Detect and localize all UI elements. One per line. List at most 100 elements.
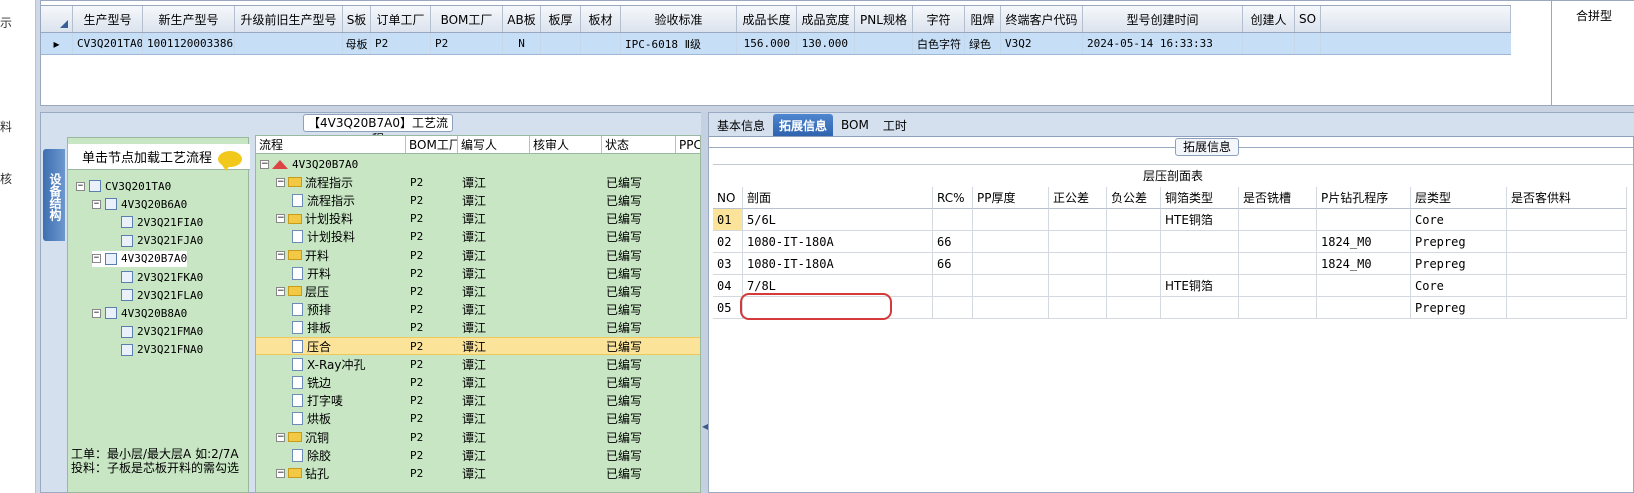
chat-bubble-icon[interactable]	[218, 151, 242, 171]
lamination-cell[interactable]: HTE铜箔	[1161, 275, 1239, 297]
lamination-cell[interactable]: 1080-IT-180A	[743, 231, 933, 253]
structure-node[interactable]: 2V3Q21FMA0	[108, 324, 203, 340]
lamination-cell[interactable]	[1507, 253, 1627, 275]
row-indicator-icon[interactable]: ▸	[41, 33, 73, 54]
detail-tab[interactable]: 拓展信息	[773, 114, 834, 136]
collapse-toggle-icon[interactable]: −	[92, 199, 101, 209]
flow-name-cell[interactable]: − 计划投料	[256, 210, 406, 228]
lamination-cell[interactable]	[1507, 209, 1627, 231]
flow-column-header[interactable]: BOM工厂	[406, 136, 458, 153]
lamination-column-header[interactable]: 是否铣槽	[1239, 187, 1317, 209]
flow-row[interactable]: − 计划投料 P2 谭江 已编写	[256, 210, 700, 228]
flow-name-cell[interactable]: 开料	[256, 264, 406, 282]
flow-row[interactable]: 开料 P2 谭江 已编写	[256, 264, 700, 282]
collapse-toggle-icon[interactable]: −	[92, 308, 101, 318]
column-header[interactable]: 阻焊	[965, 6, 1001, 32]
flow-row[interactable]: − 4V3Q20B7A0	[256, 155, 700, 173]
lamination-cell[interactable]	[1161, 297, 1239, 319]
lamination-cell[interactable]	[973, 209, 1049, 231]
column-header[interactable]: 终端客户代码	[1001, 6, 1083, 32]
flow-name-cell[interactable]: − 4V3Q20B7A0	[256, 155, 406, 173]
flow-name-cell[interactable]: 除胶	[256, 446, 406, 464]
grid-cell[interactable]: 白色字符	[913, 33, 965, 54]
lamination-cell[interactable]: HTE铜箔	[1161, 209, 1239, 231]
grid-cell[interactable]	[235, 33, 343, 54]
detail-tab[interactable]: BOM	[835, 114, 875, 136]
grid-cell[interactable]: 130.000	[797, 33, 855, 54]
flow-name-cell[interactable]: − 沉铜	[256, 428, 406, 446]
lamination-cell[interactable]: Prepreg	[1411, 253, 1507, 275]
grid-cell[interactable]: 156.000	[737, 33, 797, 54]
grid-corner[interactable]	[41, 6, 73, 32]
flow-name-cell[interactable]: 排板	[256, 319, 406, 337]
flow-column-header[interactable]: PPC	[676, 136, 700, 153]
column-header[interactable]: 订单工厂	[371, 6, 431, 32]
grid-cell[interactable]: P2	[431, 33, 503, 54]
lamination-cell[interactable]	[1161, 231, 1239, 253]
column-header[interactable]: 型号创建时间	[1083, 6, 1243, 32]
lamination-cell[interactable]	[1239, 275, 1317, 297]
lamination-cell[interactable]	[1239, 297, 1317, 319]
column-header[interactable]: 升级前旧生产型号	[235, 6, 343, 32]
flow-name-cell[interactable]: 打字唛	[256, 392, 406, 410]
column-header[interactable]: 板厚	[541, 6, 581, 32]
flow-row[interactable]: 铣边 P2 谭江 已编写	[256, 373, 700, 391]
column-header[interactable]: 创建人	[1243, 6, 1295, 32]
column-header[interactable]: SO	[1295, 6, 1321, 32]
flow-column-header[interactable]: 流程	[256, 136, 406, 153]
column-header[interactable]: 验收标准	[621, 6, 737, 32]
grid-cell[interactable]: 2024-05-14 16:33:33	[1083, 33, 1243, 54]
grid-cell[interactable]: 绿色	[965, 33, 1001, 54]
flow-row[interactable]: 排板 P2 谭江 已编写	[256, 319, 700, 337]
grid-cell[interactable]: IPC-6018 Ⅱ级	[621, 33, 737, 54]
grid-cell[interactable]	[541, 33, 581, 54]
flow-name-cell[interactable]: 铣边	[256, 373, 406, 391]
lamination-cell[interactable]	[1317, 209, 1411, 231]
lamination-cell[interactable]	[973, 231, 1049, 253]
flow-row[interactable]: 烘板 P2 谭江 已编写	[256, 410, 700, 428]
lamination-column-header[interactable]: NO	[713, 187, 743, 209]
grid-cell[interactable]: CV3Q201TA0	[73, 33, 143, 54]
flow-name-cell[interactable]: X-Ray冲孔	[256, 355, 406, 373]
flow-name-cell[interactable]: 预排	[256, 301, 406, 319]
collapse-toggle-icon[interactable]: −	[260, 159, 269, 169]
column-header[interactable]: PNL规格	[855, 6, 913, 32]
lamination-cell[interactable]	[1239, 209, 1317, 231]
flow-row[interactable]: 压合 P2 谭江 已编写	[256, 337, 700, 355]
lamination-cell[interactable]	[1507, 297, 1627, 319]
equipment-structure-tab[interactable]: 设备结构	[43, 149, 65, 241]
lamination-cell[interactable]	[1049, 231, 1107, 253]
column-header[interactable]: BOM工厂	[431, 6, 503, 32]
lamination-cell[interactable]	[1107, 253, 1161, 275]
detail-tab[interactable]: 工时	[877, 114, 913, 136]
column-header[interactable]: 成品长度	[737, 6, 797, 32]
flow-name-cell[interactable]: − 层压	[256, 282, 406, 300]
lamination-cell[interactable]: 5/6L	[743, 209, 933, 231]
flow-column-header[interactable]: 状态	[602, 136, 676, 153]
grid-cell[interactable]: N	[503, 33, 541, 54]
lamination-column-header[interactable]: 层类型	[1411, 187, 1507, 209]
lamination-column-header[interactable]: P片钻孔程序	[1317, 187, 1411, 209]
lamination-row[interactable]: 03 1080-IT-180A 66 1824_M0 Prepreg	[713, 253, 1627, 275]
lamination-cell[interactable]	[1107, 209, 1161, 231]
flow-row[interactable]: X-Ray冲孔 P2 谭江 已编写	[256, 355, 700, 373]
flow-row[interactable]: − 流程指示 P2 谭江 已编写	[256, 173, 700, 191]
lamination-cell[interactable]	[1507, 275, 1627, 297]
lamination-cell[interactable]	[1049, 297, 1107, 319]
lamination-cell[interactable]	[1107, 231, 1161, 253]
lamination-cell[interactable]	[1049, 209, 1107, 231]
lamination-column-header[interactable]: 剖面	[743, 187, 933, 209]
flow-name-cell[interactable]: − 流程指示	[256, 173, 406, 191]
collapse-toggle-icon[interactable]: −	[276, 250, 285, 260]
lamination-cell[interactable]: 66	[933, 231, 973, 253]
flow-row[interactable]: 流程指示 P2 谭江 已编写	[256, 191, 700, 209]
structure-node[interactable]: − 4V3Q20B8A0	[92, 305, 187, 321]
lamination-cell[interactable]: 1080-IT-180A	[743, 253, 933, 275]
flow-column-header[interactable]: 编写人	[458, 136, 530, 153]
column-header[interactable]: AB板	[503, 6, 541, 32]
grid-cell[interactable]	[581, 33, 621, 54]
lamination-row[interactable]: 01 5/6L HTE铜箔 Core	[713, 209, 1627, 231]
grid-cell[interactable]: P2	[371, 33, 431, 54]
lamination-cell[interactable]	[1161, 253, 1239, 275]
lamination-cell[interactable]: 1824_M0	[1317, 231, 1411, 253]
